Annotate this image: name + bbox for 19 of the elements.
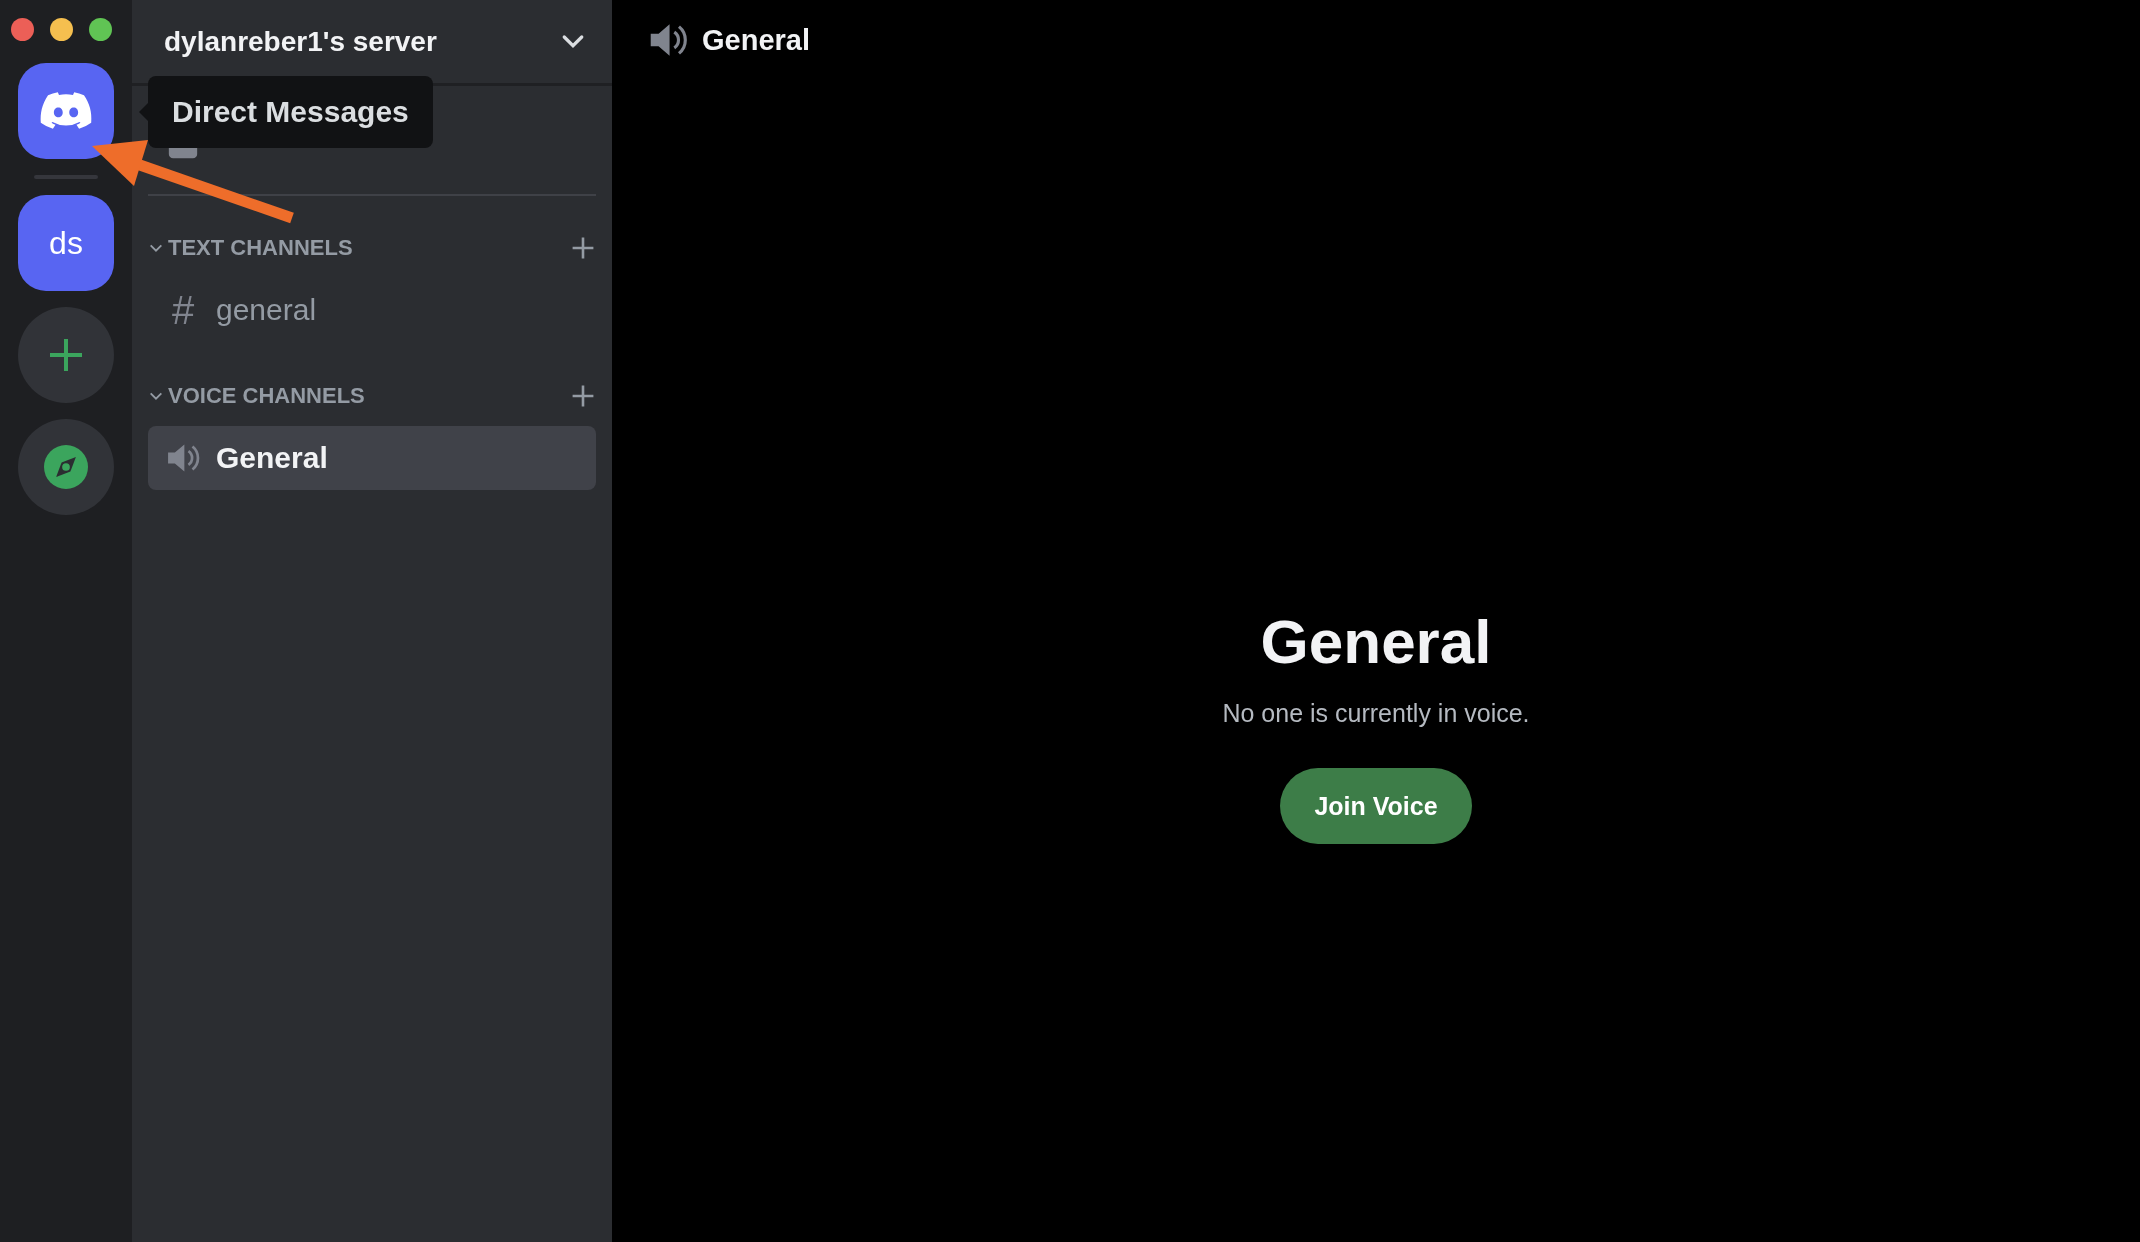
compass-icon [44,445,88,489]
zoom-window-icon[interactable] [89,18,112,41]
voice-channel-title: General [1260,606,1492,677]
hash-icon: # [164,287,202,333]
category-title: VOICE CHANNELS [168,383,366,409]
home-button[interactable] [18,63,114,159]
close-window-icon[interactable] [11,18,34,41]
channel-item[interactable]: # general [148,278,596,342]
voice-status-text: No one is currently in voice. [1222,699,1530,728]
server-button[interactable]: ds [18,195,114,291]
join-voice-button[interactable]: Join Voice [1280,768,1472,844]
channel-title: General [702,23,810,57]
add-channel-icon[interactable] [570,235,596,261]
tooltip: Direct Messages [148,76,433,148]
channel-item[interactable]: General [148,426,596,490]
add-channel-icon[interactable] [570,383,596,409]
category-title: TEXT CHANNELS [168,235,354,261]
minimize-window-icon[interactable] [50,18,73,41]
server-name: dylanreber1's server [164,25,437,58]
